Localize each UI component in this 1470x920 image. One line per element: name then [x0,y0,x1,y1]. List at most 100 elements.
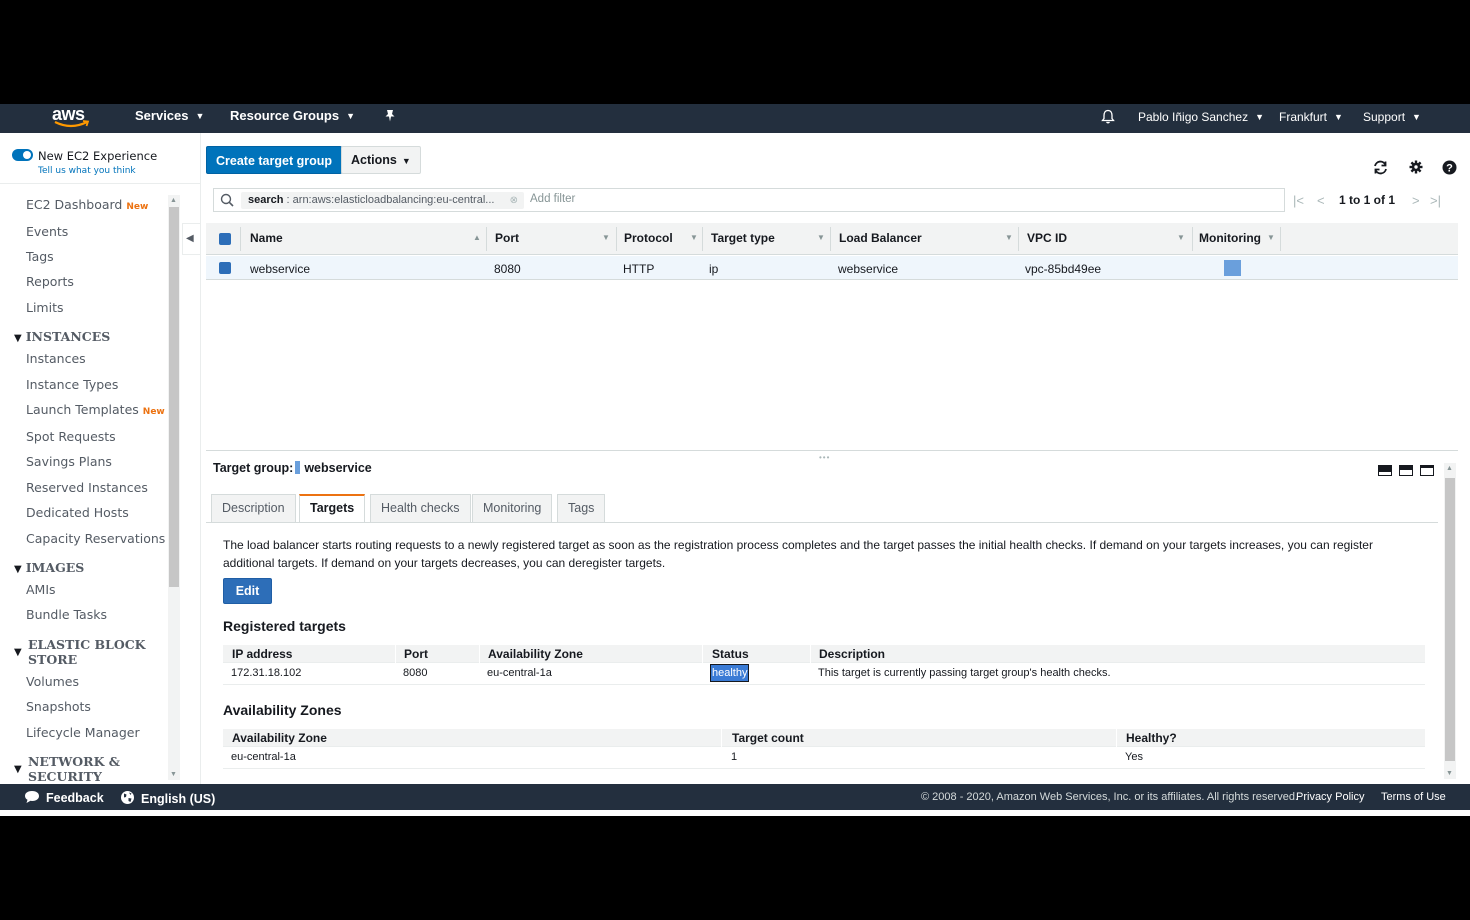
next-page-icon[interactable]: > [1412,193,1420,208]
create-target-group-button[interactable]: Create target group [206,146,342,174]
column-header-az: Availability Zone [232,731,327,745]
sidebar-item-tags[interactable]: Tags [26,249,54,264]
resource-groups-menu[interactable]: Resource Groups ▼ [230,104,355,133]
pane-small-icon[interactable] [1378,465,1392,476]
cell-az: eu-central-1a [231,751,296,763]
language-selector[interactable]: English (US) [120,790,215,806]
privacy-policy-link[interactable]: Privacy Policy [1296,791,1364,803]
detail-title: Target group: webservice [213,461,372,475]
pane-large-icon[interactable] [1420,465,1434,476]
scroll-up-icon[interactable]: ▲ [1446,465,1453,472]
sidebar-scrollbar[interactable]: ▲ ▼ [168,195,180,780]
support-menu[interactable]: Support ▼ [1363,105,1421,134]
column-header-target-type[interactable]: Target type ▼ [711,231,825,245]
sort-icon: ▼ [602,233,610,242]
sidebar-item-amis[interactable]: AMIs [26,582,56,597]
bell-icon[interactable] [1101,109,1115,127]
user-menu[interactable]: Pablo Iñigo Sanchez ▼ [1138,105,1264,134]
scroll-down-icon[interactable]: ▼ [170,771,177,778]
sidebar-item-ec2-dashboard[interactable]: EC2 Dashboard New [26,197,148,212]
sidebar-item-lifecycle-manager[interactable]: Lifecycle Manager [26,725,140,740]
scrollbar-thumb[interactable] [169,207,179,587]
cell-description: This target is currently passing target … [818,667,1111,679]
column-header-port[interactable]: Port ▼ [495,231,610,245]
edit-button[interactable]: Edit [223,578,272,604]
divider [206,522,1438,523]
monitoring-icon[interactable] [1224,260,1241,276]
new-experience-toggle[interactable] [12,149,33,161]
speech-bubble-icon [25,791,39,803]
sidebar-item-events[interactable]: Events [26,224,68,239]
sidebar-item-instances[interactable]: Instances [26,351,86,366]
main-content: Create target group Actions ▼ ? search : … [202,133,1470,784]
detail-scrollbar[interactable]: ▲ ▼ [1444,463,1456,779]
footer: Feedback English (US) © 2008 - 2020, Ama… [0,784,1470,810]
feedback-button[interactable]: Feedback [24,790,104,805]
services-menu[interactable]: Services ▼ [135,104,204,133]
drag-handle-icon[interactable]: ••• [819,453,830,462]
sidebar-section-instances[interactable]: ▼ INSTANCES [14,329,110,346]
column-header-name[interactable]: Name ▲ [250,231,481,245]
help-icon[interactable]: ? [1442,160,1457,179]
add-filter-input[interactable]: Add filter [530,193,575,205]
terms-of-use-link[interactable]: Terms of Use [1381,791,1446,803]
sidebar-item-capacity-reservations[interactable]: Capacity Reservations [26,531,165,546]
gear-icon[interactable] [1409,160,1423,178]
table-row[interactable]: webservice 8080 HTTP ip webservice vpc-8… [206,256,1458,280]
prev-page-icon[interactable]: < [1317,193,1325,208]
sidebar-item-instance-types[interactable]: Instance Types [26,377,118,392]
tab-tags[interactable]: Tags [557,494,606,522]
column-header-status: Status [712,647,749,661]
pane-medium-icon[interactable] [1399,465,1413,476]
sort-asc-icon: ▲ [473,233,481,242]
top-nav: aws Services ▼ Resource Groups ▼ Pablo Iñi… [0,104,1470,133]
actions-button[interactable]: Actions ▼ [341,146,421,174]
cell-ip: 172.31.18.102 [231,667,302,679]
sidebar-item-dedicated-hosts[interactable]: Dedicated Hosts [26,505,129,520]
aws-console-screen: aws Services ▼ Resource Groups ▼ Pablo Iñi… [0,104,1470,816]
sidebar-item-bundle-tasks[interactable]: Bundle Tasks [26,607,107,622]
sidebar-item-volumes[interactable]: Volumes [26,674,79,689]
tell-us-link[interactable]: Tell us what you think [38,166,136,176]
sidebar-item-limits[interactable]: Limits [26,300,64,315]
sidebar-section-ebs[interactable]: ▼ ELASTIC BLOCK STORE [14,637,146,667]
column-header-monitoring[interactable]: Monitoring ▼ [1199,231,1275,245]
table-row: 172.31.18.102 8080 eu-central-1a healthy… [223,663,1425,685]
scrollbar-thumb[interactable] [1445,478,1455,761]
row-checkbox[interactable] [219,262,231,274]
column-header-vpc-id[interactable]: VPC ID ▼ [1027,231,1185,245]
remove-filter-icon[interactable]: ⊗ [510,192,518,209]
sidebar-section-network-security[interactable]: ▼ NETWORK & SECURITY [14,754,120,784]
chevron-down-icon: ▼ [195,111,205,121]
refresh-icon[interactable] [1372,160,1389,179]
sidebar-item-snapshots[interactable]: Snapshots [26,699,91,714]
tab-monitoring[interactable]: Monitoring [472,494,553,522]
region-menu[interactable]: Frankfurt ▼ [1279,105,1343,134]
cell-port: 8080 [494,262,521,276]
aws-logo[interactable]: aws [52,105,90,131]
last-page-icon[interactable]: >| [1430,193,1441,208]
scroll-down-icon[interactable]: ▼ [1446,770,1453,777]
tab-health-checks[interactable]: Health checks [370,494,471,522]
pane-splitter[interactable] [206,450,1458,452]
sidebar-item-savings-plans[interactable]: Savings Plans [26,454,112,469]
sort-icon: ▼ [1005,233,1013,242]
column-header-protocol[interactable]: Protocol ▼ [624,231,698,245]
filter-bar[interactable]: search : arn:aws:elasticloadbalancing:eu… [213,188,1285,212]
cell-load-balancer: webservice [838,262,899,276]
tab-description[interactable]: Description [211,494,296,522]
sidebar-item-spot-requests[interactable]: Spot Requests [26,429,116,444]
first-page-icon[interactable]: |< [1293,193,1304,208]
sidebar-item-reports[interactable]: Reports [26,274,74,289]
tab-targets[interactable]: Targets [299,494,366,522]
sidebar-item-launch-templates[interactable]: Launch Templates New [26,402,165,417]
select-all-checkbox[interactable] [219,233,231,245]
filter-chip[interactable]: search : arn:aws:elasticloadbalancing:eu… [241,192,524,209]
chevron-left-icon[interactable]: ◀ [186,233,194,244]
scroll-up-icon[interactable]: ▲ [170,197,177,204]
sidebar-section-images[interactable]: ▼ IMAGES [14,560,84,577]
column-header-load-balancer[interactable]: Load Balancer ▼ [839,231,1013,245]
new-badge: New [142,407,165,417]
pin-icon[interactable] [384,109,396,125]
sidebar-item-reserved-instances[interactable]: Reserved Instances [26,480,148,495]
